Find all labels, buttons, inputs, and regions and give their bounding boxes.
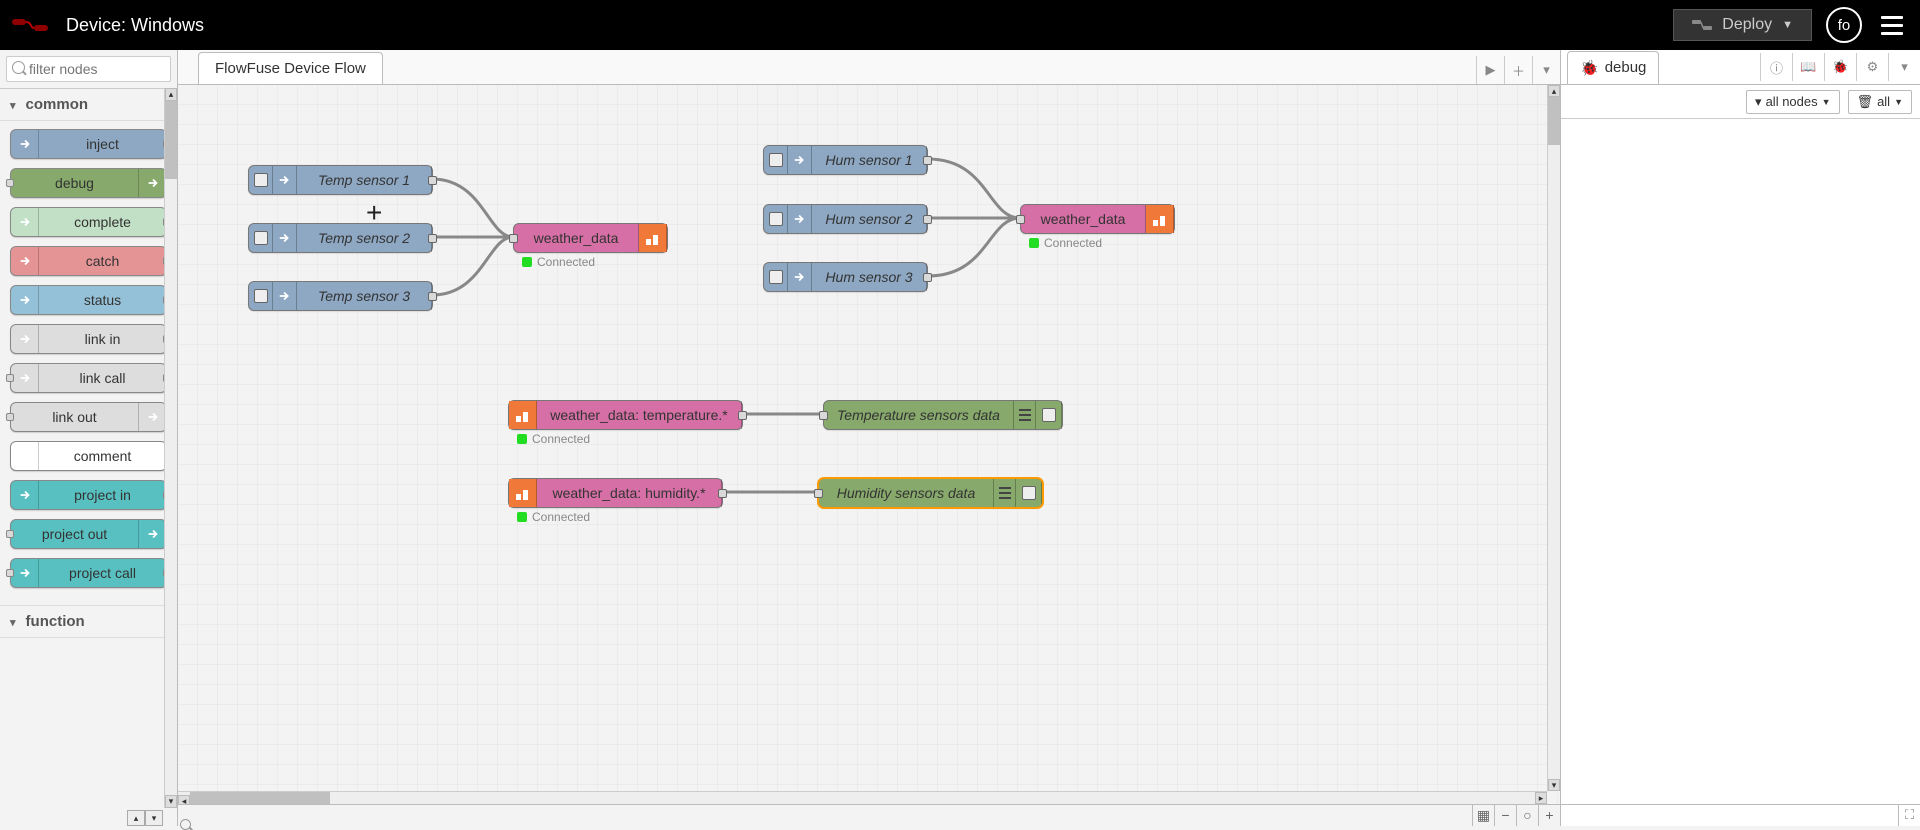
flow-canvas[interactable]: Temp sensor 1 Temp sensor 2 Temp sensor …: [178, 85, 1478, 785]
device-title: Device: Windows: [66, 15, 1673, 36]
node-hum-sensor-3[interactable]: Hum sensor 3: [763, 262, 928, 292]
node-weather-data-out-1[interactable]: weather_data Connected: [513, 223, 668, 253]
palette-filter-input[interactable]: [6, 56, 171, 82]
palette-node-link-call[interactable]: link call: [10, 363, 167, 393]
node-hum-sensor-1[interactable]: Hum sensor 1: [763, 145, 928, 175]
palette-node-link-out[interactable]: link out: [10, 402, 167, 432]
tab-menu-button[interactable]: ▾: [1532, 56, 1560, 84]
clear-all[interactable]: 🗑all▼: [1848, 90, 1912, 114]
canvas-hscrollbar[interactable]: ◂▸: [178, 791, 1547, 804]
palette-category-common[interactable]: common: [0, 89, 177, 121]
palette-category-function[interactable]: function: [0, 605, 177, 638]
chevron-down-icon: [10, 96, 18, 113]
sidebar: 🐞 debug ⓘ 📖 🐞 ⚙ ▾ ▾all nodes▼ 🗑all▼ ⛶: [1560, 50, 1920, 826]
palette-node-inject[interactable]: inject: [10, 129, 167, 159]
palette-footer-buttons[interactable]: ▴▾: [127, 810, 163, 826]
navigator-button[interactable]: ▦: [1472, 805, 1494, 826]
zoom-reset-button[interactable]: ○: [1516, 805, 1538, 826]
mqtt-icon: [1146, 205, 1174, 233]
node-temp-sensor-2[interactable]: Temp sensor 2: [248, 223, 433, 253]
nodered-logo: [12, 16, 52, 34]
workspace-footer: ▦ − ○ +: [178, 804, 1560, 826]
palette-node-project-call[interactable]: project call: [10, 558, 167, 588]
palette-node-link-in[interactable]: link in: [10, 324, 167, 354]
node-hum-sensor-2[interactable]: Hum sensor 2: [763, 204, 928, 234]
run-button[interactable]: ▶: [1476, 56, 1504, 84]
node-debug-temperature[interactable]: Temperature sensors data: [823, 400, 1063, 430]
node-weather-data-in-temperature[interactable]: weather_data: temperature.* Connected: [508, 400, 743, 430]
palette-node-project-in[interactable]: project in: [10, 480, 167, 510]
filter-icon: ▾: [1755, 94, 1762, 110]
canvas-vscrollbar[interactable]: ▴▾: [1547, 85, 1560, 791]
palette-node-catch[interactable]: catch: [10, 246, 167, 276]
sidebar-debug-button[interactable]: 🐞: [1824, 53, 1856, 81]
palette-node-project-out[interactable]: project out: [10, 519, 167, 549]
add-tab-button[interactable]: ＋: [1504, 56, 1532, 84]
workspace: FlowFuse Device Flow ▶ ＋ ▾: [178, 50, 1560, 826]
palette-node-debug[interactable]: debug: [10, 168, 167, 198]
mqtt-icon: [509, 479, 537, 507]
node-weather-data-in-humidity[interactable]: weather_data: humidity.* Connected: [508, 478, 723, 508]
chevron-down-icon: ▼: [1782, 19, 1793, 31]
flow-tab[interactable]: FlowFuse Device Flow: [198, 52, 383, 84]
palette: common inject debug complete catch status lin…: [0, 50, 178, 826]
sidebar-tab-debug[interactable]: 🐞 debug: [1567, 51, 1659, 84]
mqtt-icon: [639, 224, 667, 252]
mqtt-icon: [509, 401, 537, 429]
menu-button[interactable]: [1876, 11, 1908, 40]
deploy-button[interactable]: Deploy ▼: [1673, 9, 1812, 41]
deploy-label: Deploy: [1722, 16, 1772, 34]
debug-toggle[interactable]: [1042, 408, 1056, 422]
user-avatar[interactable]: fo: [1826, 7, 1862, 43]
sidebar-help-button[interactable]: 📖: [1792, 53, 1824, 81]
node-debug-humidity[interactable]: Humidity sensors data: [818, 478, 1043, 508]
node-weather-data-out-2[interactable]: weather_data Connected: [1020, 204, 1175, 234]
node-temp-sensor-3[interactable]: Temp sensor 3: [248, 281, 433, 311]
sidebar-info-button[interactable]: ⓘ: [1760, 53, 1792, 81]
app-header: Device: Windows Deploy ▼ fo: [0, 0, 1920, 50]
debug-messages: [1561, 119, 1920, 804]
chevron-down-icon: [10, 613, 18, 630]
trash-icon: 🗑: [1857, 94, 1874, 110]
palette-node-comment[interactable]: comment: [10, 441, 167, 471]
sidebar-expand-button[interactable]: ⛶: [1898, 805, 1920, 826]
zoom-out-button[interactable]: −: [1494, 805, 1516, 826]
bug-icon: 🐞: [1580, 59, 1599, 77]
palette-scrollbar[interactable]: ▴ ▾: [164, 88, 177, 808]
palette-node-status[interactable]: status: [10, 285, 167, 315]
palette-node-complete[interactable]: complete: [10, 207, 167, 237]
debug-bars-icon: [994, 479, 1016, 507]
debug-toggle[interactable]: [1022, 486, 1036, 500]
workspace-tabs: FlowFuse Device Flow ▶ ＋ ▾: [178, 50, 1560, 85]
sidebar-menu-button[interactable]: ▾: [1888, 53, 1920, 81]
sidebar-config-button[interactable]: ⚙: [1856, 53, 1888, 81]
inject-button-icon[interactable]: [254, 173, 268, 187]
filter-all-nodes[interactable]: ▾all nodes▼: [1746, 90, 1840, 114]
node-temp-sensor-1[interactable]: Temp sensor 1: [248, 165, 433, 195]
zoom-in-button[interactable]: +: [1538, 805, 1560, 826]
debug-bars-icon: [1014, 401, 1036, 429]
